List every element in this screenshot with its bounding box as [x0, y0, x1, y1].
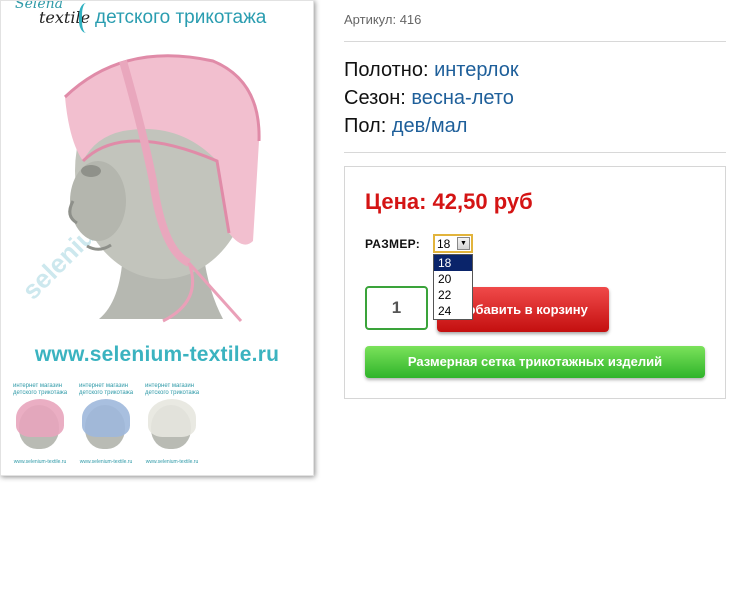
size-dropdown-list: 18 20 22 24 [433, 254, 473, 320]
attr-gender-label: Пол: [344, 115, 387, 137]
bonnet-icon [82, 399, 130, 437]
attr-fabric-value[interactable]: интерлок [434, 59, 518, 81]
product-sku: Артикул: 416 [344, 12, 422, 27]
attr-gender: Пол: дев/мал [344, 112, 519, 140]
bonnet-icon [148, 399, 196, 437]
size-chart-button[interactable]: Размерная сетка трикотажных изделий [365, 346, 705, 378]
size-select[interactable]: 18 ▼ [433, 234, 473, 253]
thumbnail-blue[interactable]: интернет магазин детского трикотажа www.… [75, 379, 137, 469]
brand-tagline: детского трикотажа [95, 7, 267, 28]
thumbnail-white[interactable]: интернет магазин детского трикотажа www.… [141, 379, 203, 469]
thumbnail-url: www.selenium-textile.ru [145, 459, 199, 465]
product-attributes: Полотно: интерлок Сезон: весна-лето Пол:… [344, 56, 519, 140]
attr-season-label: Сезон: [344, 87, 406, 109]
size-option[interactable]: 20 [434, 271, 472, 287]
main-product-photo[interactable]: selenium-textile.ru Selena textile детск… [3, 1, 311, 373]
size-option[interactable]: 22 [434, 287, 472, 303]
attr-season: Сезон: весна-лето [344, 84, 519, 112]
thumbnail-url: www.selenium-textile.ru [13, 459, 67, 465]
product-image-card: selenium-textile.ru Selena textile детск… [0, 0, 314, 476]
thumbnail-caption: интернет магазин детского трикотажа [13, 383, 68, 396]
thumbnail-pink[interactable]: интернет магазин детского трикотажа www.… [9, 379, 71, 469]
buy-box: Цена: 42,50 руб РАЗМЕР: 18 ▼ 1 Добавить … [344, 166, 726, 399]
product-price: Цена: 42,50 руб [365, 189, 533, 214]
thumbnail-url: www.selenium-textile.ru [79, 459, 133, 465]
attr-fabric-label: Полотно: [344, 59, 429, 81]
chevron-down-icon[interactable]: ▼ [457, 237, 470, 250]
bonnet-icon [16, 399, 64, 437]
size-option[interactable]: 18 [434, 255, 472, 271]
thumbnail-strip: интернет магазин детского трикотажа www.… [9, 379, 203, 469]
shop-url-caption: www.selenium-textile.ru [34, 343, 280, 366]
thumbnail-caption: интернет магазин детского трикотажа [79, 383, 134, 396]
size-label: РАЗМЕР: [365, 237, 421, 251]
attr-gender-value[interactable]: дев/мал [392, 115, 468, 137]
divider [344, 152, 726, 153]
attr-season-value[interactable]: весна-лето [411, 87, 514, 109]
attr-fabric: Полотно: интерлок [344, 56, 519, 84]
thumbnail-caption: интернет магазин детского трикотажа [145, 383, 200, 396]
quantity-input[interactable]: 1 [365, 286, 428, 330]
bonnet-on-mannequin-image: selenium-textile.ru [16, 54, 261, 323]
size-select-value: 18 [437, 237, 451, 251]
divider [344, 41, 726, 42]
size-option[interactable]: 24 [434, 303, 472, 319]
